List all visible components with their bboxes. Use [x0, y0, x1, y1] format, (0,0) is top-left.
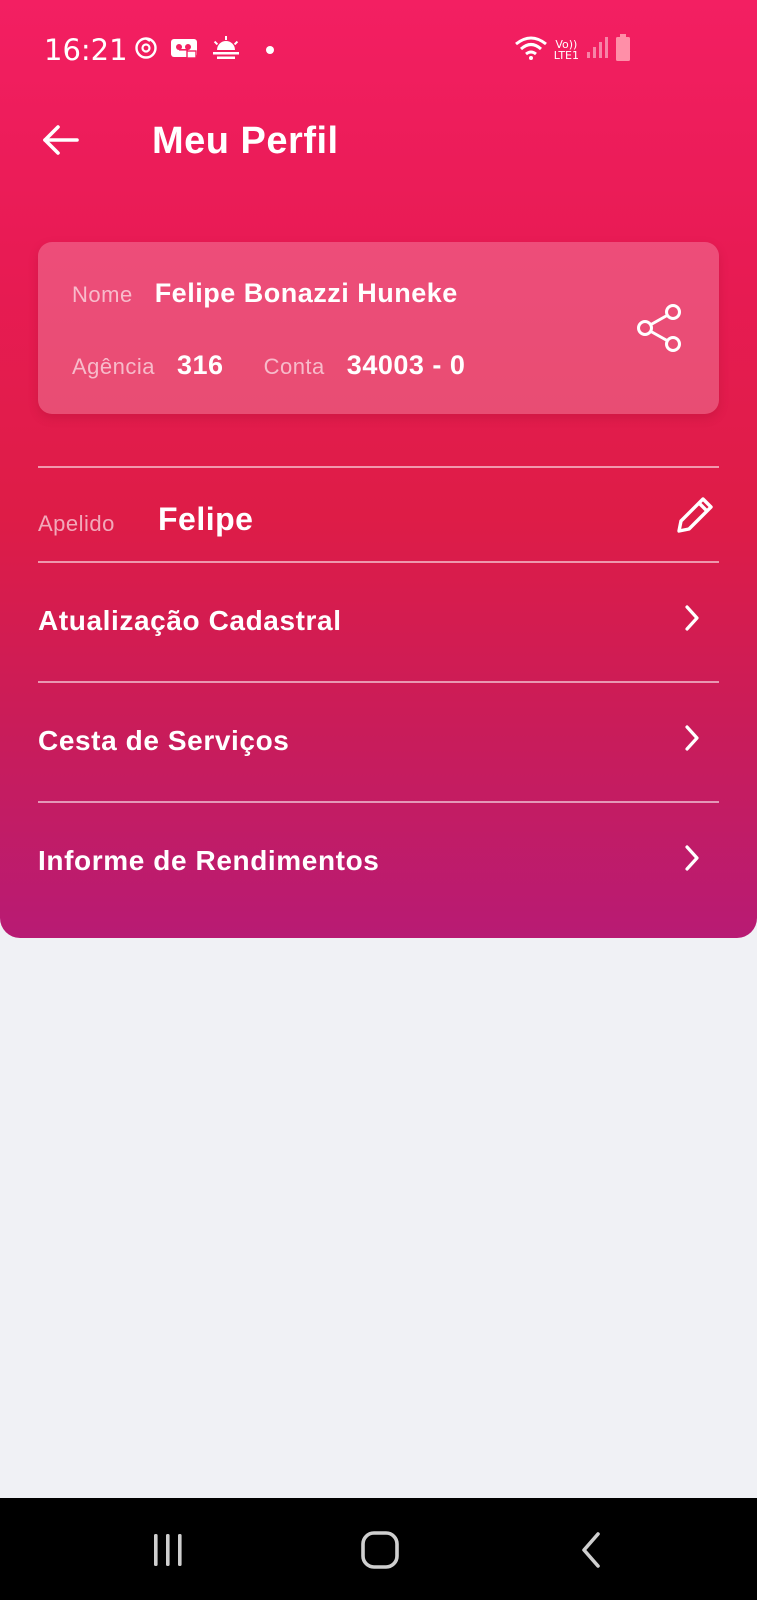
- menu-item-label: Cesta de Serviços: [38, 725, 290, 756]
- menu-item-atualizacao-cadastral[interactable]: Atualização Cadastral: [38, 563, 719, 681]
- recent-apps-button[interactable]: [138, 1524, 198, 1576]
- name-row: Nome Felipe Bonazzi Huneke: [72, 278, 458, 309]
- back-button[interactable]: [34, 114, 86, 166]
- account-value: 34003 - 0: [346, 350, 466, 380]
- account-label: Conta: [263, 354, 325, 379]
- nickname-value: Felipe: [158, 501, 254, 537]
- network-type-icon: Vo)) LTE1: [553, 38, 579, 62]
- menu-item-label: Informe de Rendimentos: [38, 845, 380, 876]
- name-label: Nome: [72, 282, 133, 307]
- branch-value: 316: [177, 350, 224, 380]
- menu-item-cesta-de-servicos[interactable]: Cesta de Serviços: [38, 683, 719, 801]
- app-header: Meu Perfil: [0, 100, 757, 184]
- home-icon: [361, 1531, 399, 1569]
- arrow-left-icon: [43, 125, 79, 155]
- page-title: Meu Perfil: [152, 120, 339, 162]
- share-button[interactable]: [629, 298, 689, 358]
- chevron-right-icon: [685, 605, 699, 631]
- chevron-left-icon: [582, 1532, 600, 1568]
- home-button[interactable]: [350, 1524, 410, 1576]
- status-bar: 16:21 Vo)) LTE1: [0, 0, 757, 100]
- notification-dot: [266, 46, 274, 54]
- divider: [38, 466, 719, 468]
- menu-item-informe-de-rendimentos[interactable]: Informe de Rendimentos: [38, 803, 719, 921]
- chevron-right-icon: [685, 725, 699, 751]
- branch-label: Agência: [72, 354, 156, 379]
- weather-icon: [212, 36, 240, 64]
- system-nav-bar: [0, 1498, 757, 1600]
- recent-apps-icon: [154, 1534, 182, 1566]
- share-icon: [637, 304, 681, 352]
- profile-card: Nome Felipe Bonazzi Huneke Agência 316 C…: [38, 242, 719, 414]
- status-right-icons: Vo)) LTE1: [514, 34, 631, 66]
- status-left-icons: [134, 36, 274, 64]
- system-back-button[interactable]: [562, 1524, 622, 1576]
- battery-icon: [615, 34, 631, 66]
- account-row: Agência 316 Conta 34003 - 0: [72, 350, 465, 381]
- wifi-icon: [514, 34, 548, 66]
- voicemail-icon: [170, 37, 200, 63]
- nickname-row: Apelido Felipe: [38, 469, 719, 561]
- pencil-icon: [677, 497, 713, 533]
- name-value: Felipe Bonazzi Huneke: [154, 278, 458, 308]
- chevron-right-icon: [685, 845, 699, 871]
- edit-nickname-button[interactable]: [671, 491, 719, 539]
- sync-icon: [134, 36, 158, 64]
- signal-icon: [585, 36, 609, 64]
- status-time: 16:21: [44, 33, 128, 67]
- menu-item-label: Atualização Cadastral: [38, 605, 342, 636]
- nickname-label: Apelido: [38, 511, 115, 536]
